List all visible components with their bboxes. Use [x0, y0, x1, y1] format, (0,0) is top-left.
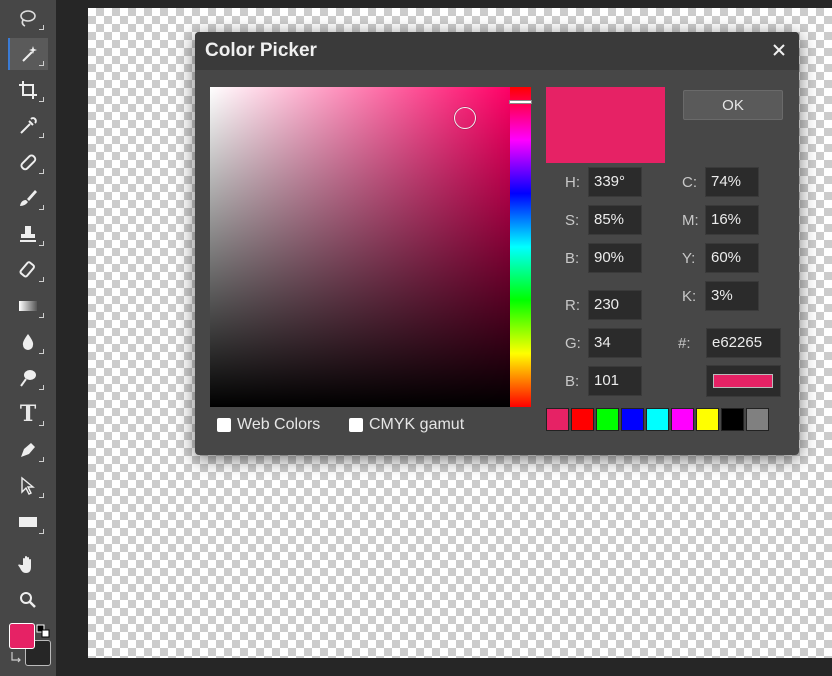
type-tool[interactable]: T: [8, 398, 48, 430]
brush-icon: [20, 190, 37, 206]
palette-swatch[interactable]: [721, 408, 744, 431]
new-color-preview: [546, 87, 665, 163]
foreground-color-swatch[interactable]: [9, 623, 35, 649]
web-colors-label: Web Colors: [237, 416, 321, 433]
hex-color-preview: [706, 365, 781, 397]
pen-icon: [21, 443, 35, 457]
magic-wand-tool[interactable]: [8, 38, 48, 70]
gradient-tool[interactable]: [8, 290, 48, 322]
blue-field[interactable]: 101: [588, 366, 642, 396]
brightness-field[interactable]: 90%: [588, 243, 642, 273]
green-field[interactable]: 34: [588, 328, 642, 358]
y-label: Y:: [682, 250, 696, 267]
palette-swatch[interactable]: [646, 408, 669, 431]
ok-button[interactable]: OK: [683, 90, 783, 120]
dialog-title: Color Picker: [205, 40, 317, 61]
web-colors-checkbox-box[interactable]: [217, 418, 231, 432]
dialog-header[interactable]: Color Picker: [195, 32, 799, 70]
hue-field[interactable]: 339°: [588, 167, 642, 197]
hand-tool[interactable]: [8, 548, 48, 580]
color-selection-cursor[interactable]: [454, 107, 476, 129]
rectangle-icon: [19, 517, 37, 527]
close-button[interactable]: [767, 38, 791, 62]
brush-tool[interactable]: [8, 182, 48, 214]
lasso-tool[interactable]: [8, 2, 48, 34]
bandage-icon: [20, 154, 37, 171]
healing-tool[interactable]: [8, 146, 48, 178]
cmyk-gamut-label: CMYK gamut: [369, 416, 465, 433]
cmyk-gamut-checkbox-box[interactable]: [349, 418, 363, 432]
path-select-icon: [21, 476, 35, 495]
s-label: S:: [565, 212, 580, 229]
saturation-brightness-field[interactable]: [210, 87, 510, 407]
palette-swatch[interactable]: [571, 408, 594, 431]
tools-panel: T: [0, 0, 56, 676]
eraser-icon: [19, 261, 35, 278]
rectangle-tool[interactable]: [8, 506, 48, 538]
palette-swatch[interactable]: [746, 408, 769, 431]
palette-swatch[interactable]: [621, 408, 644, 431]
palette-swatch[interactable]: [546, 408, 569, 431]
cyan-field[interactable]: 74%: [705, 167, 759, 197]
pen-tool[interactable]: [8, 434, 48, 466]
lasso-icon: [20, 10, 36, 27]
k-label: K:: [682, 288, 697, 305]
app-window: { "dialog": { "title": "Color Picker", "…: [0, 0, 832, 676]
eraser-tool[interactable]: [8, 254, 48, 286]
stamp-icon: [20, 226, 36, 242]
type-icon: T: [19, 401, 37, 427]
palette-swatch[interactable]: [696, 408, 719, 431]
magenta-field[interactable]: 16%: [705, 205, 759, 235]
blur-tool[interactable]: [8, 326, 48, 358]
red-field[interactable]: 230: [588, 290, 642, 320]
crop-icon: [19, 81, 37, 99]
h-label: H:: [565, 174, 580, 191]
b-label: B:: [565, 250, 580, 267]
cmyk-gamut-checkbox[interactable]: CMYK gamut: [349, 416, 464, 434]
magic-wand-icon: [22, 46, 37, 62]
drop-icon: [22, 334, 34, 350]
m-label: M:: [682, 212, 699, 229]
zoom-icon: [20, 592, 36, 608]
hand-icon: [18, 556, 31, 573]
palette-swatch[interactable]: [671, 408, 694, 431]
close-icon: [773, 44, 785, 56]
g-label: G:: [565, 335, 581, 352]
yellow-field[interactable]: 60%: [705, 243, 759, 273]
hex-label: #:: [678, 335, 691, 352]
gradient-icon: [19, 301, 37, 311]
hue-slider-handle[interactable]: [509, 100, 532, 104]
default-colors-icon[interactable]: [36, 624, 50, 638]
crop-tool[interactable]: [8, 74, 48, 106]
path-select-tool[interactable]: [8, 470, 48, 502]
palette-swatch[interactable]: [596, 408, 619, 431]
hex-field[interactable]: e62265: [706, 328, 781, 358]
swatch-palette: [546, 408, 771, 431]
hue-slider[interactable]: [509, 87, 532, 407]
b-rgb-label: B:: [565, 373, 580, 390]
r-label: R:: [565, 297, 580, 314]
black-field[interactable]: 3%: [705, 281, 759, 311]
web-colors-checkbox[interactable]: Web Colors: [217, 416, 320, 434]
eyedropper-tool[interactable]: [8, 110, 48, 142]
c-label: C:: [682, 174, 697, 191]
dodge-tool[interactable]: [8, 362, 48, 394]
color-picker-dialog: Color Picker OK H: 339° S: 85% B: 90% R:…: [195, 32, 799, 455]
eyedropper-icon: [20, 117, 37, 134]
clone-stamp-tool[interactable]: [8, 218, 48, 250]
zoom-tool[interactable]: [8, 584, 48, 616]
swap-colors-icon[interactable]: [10, 650, 24, 664]
dodge-icon: [20, 370, 36, 387]
hex-color-chip: [713, 374, 773, 388]
saturation-field[interactable]: 85%: [588, 205, 642, 235]
